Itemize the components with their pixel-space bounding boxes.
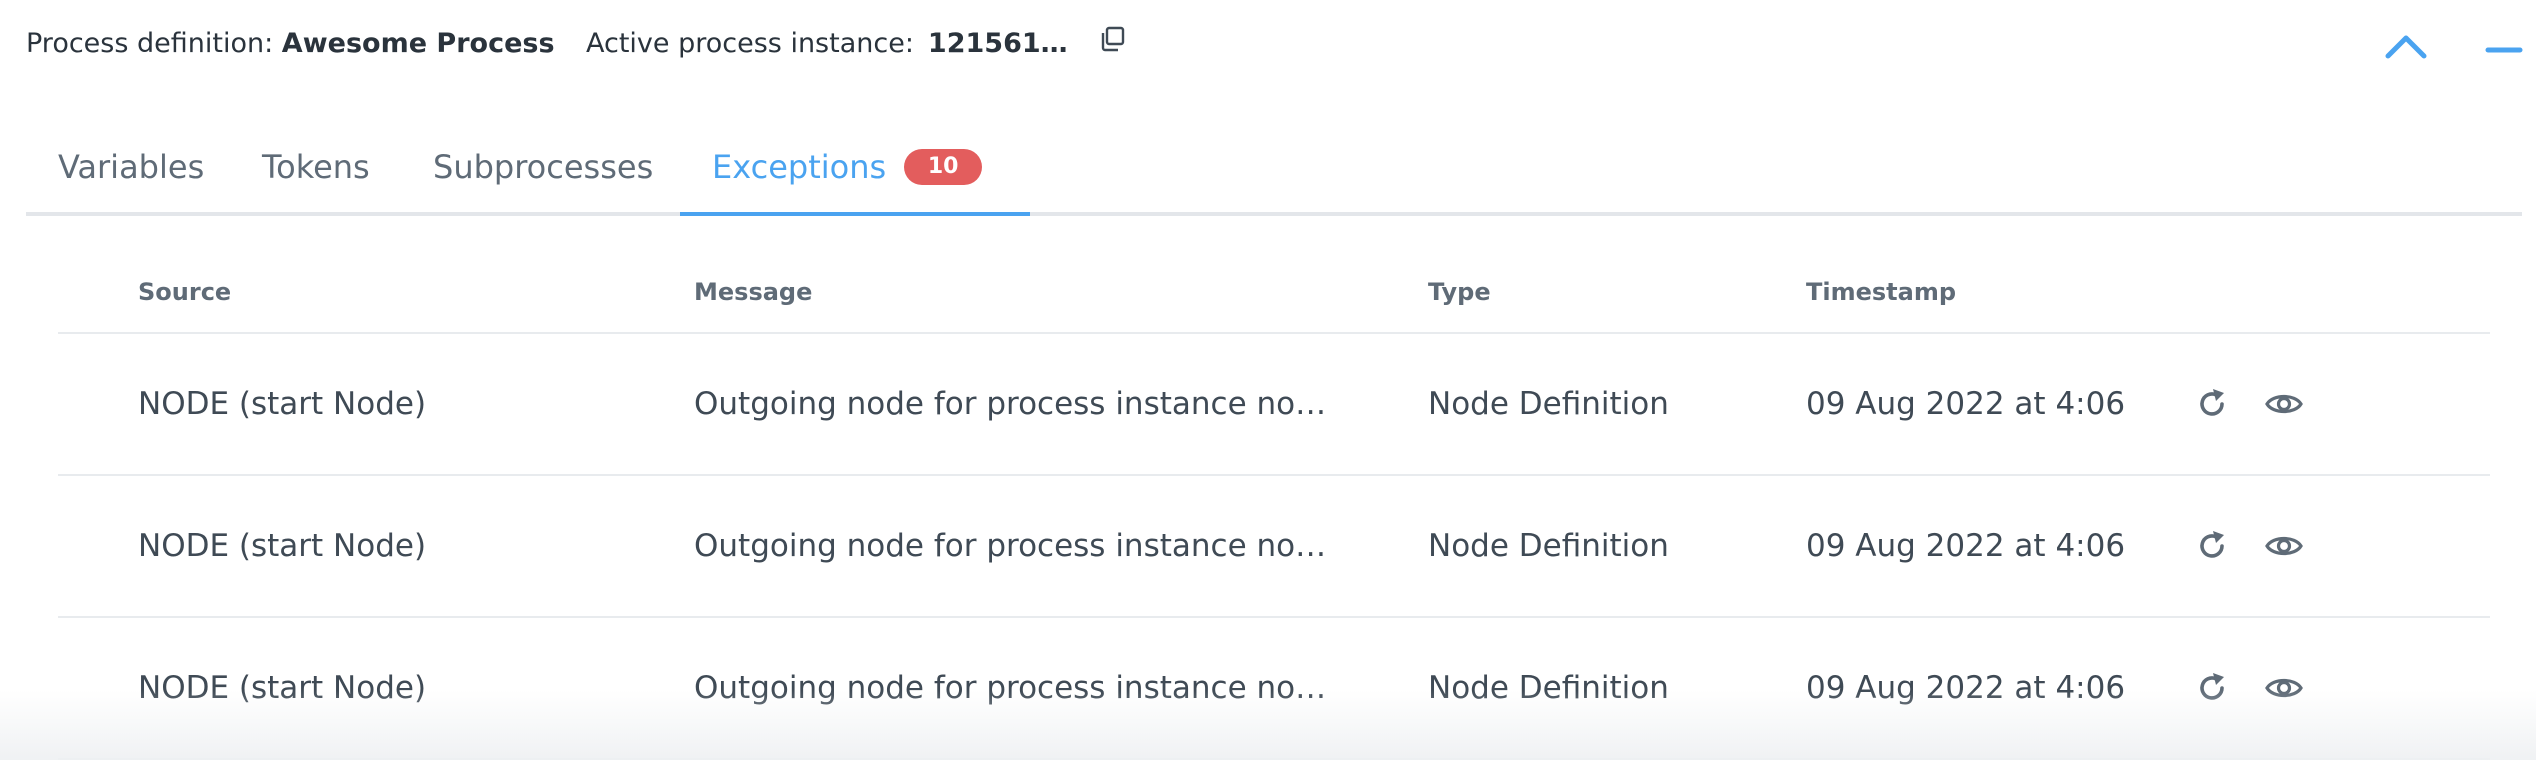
retry-button[interactable] — [2192, 384, 2232, 424]
minus-icon — [2485, 47, 2523, 53]
cell-source: NODE (start Node) — [138, 528, 427, 564]
process-definition-value: Awesome Process — [281, 28, 555, 59]
tab-exceptions[interactable]: Exceptions 10 — [712, 118, 983, 216]
process-definition-label: Process definition: — [26, 28, 274, 59]
retry-icon — [2200, 389, 2224, 416]
retry-icon — [2200, 531, 2224, 558]
cell-source: NODE (start Node) — [138, 670, 427, 706]
cell-type: Node Definition — [1428, 670, 1669, 706]
table-row[interactable]: NODE (start Node) Outgoing node for proc… — [58, 618, 2490, 760]
process-definition: Process definition: Awesome Process — [26, 28, 555, 59]
cell-source: NODE (start Node) — [138, 386, 427, 422]
tab-label: Variables — [58, 148, 205, 186]
panel-header: Process definition: Awesome Process Acti… — [0, 0, 2536, 100]
tab-bar: Variables Tokens Subprocesses Exceptions… — [26, 118, 2522, 216]
tab-label: Subprocesses — [433, 148, 654, 186]
eye-icon — [2265, 536, 2303, 556]
tab-label: Exceptions — [712, 148, 887, 186]
chevron-up-icon — [2385, 35, 2427, 59]
process-instance-panel: Process definition: Awesome Process Acti… — [0, 0, 2536, 760]
cell-timestamp: 09 Aug 2022 at 4:06 PM — [1806, 528, 2130, 564]
column-header-source[interactable]: Source — [138, 278, 231, 306]
view-details-button[interactable] — [2264, 384, 2304, 424]
cell-timestamp: 09 Aug 2022 at 4:06 PM — [1806, 670, 2130, 706]
minimize-button[interactable] — [2484, 30, 2524, 60]
view-details-button[interactable] — [2264, 668, 2304, 708]
active-instance-label: Active process instance: — [586, 28, 914, 59]
column-header-type[interactable]: Type — [1428, 278, 1491, 306]
cell-message: Outgoing node for process instance not f… — [694, 670, 1334, 706]
cell-type: Node Definition — [1428, 386, 1669, 422]
eye-icon — [2265, 394, 2303, 414]
copy-icon[interactable] — [1100, 26, 1126, 52]
table-row[interactable]: NODE (start Node) Outgoing node for proc… — [58, 476, 2490, 618]
view-details-button[interactable] — [2264, 526, 2304, 566]
tab-subprocesses[interactable]: Subprocesses — [433, 118, 653, 216]
exceptions-count-badge: 10 — [904, 149, 983, 185]
retry-button[interactable] — [2192, 668, 2232, 708]
table-header: Source Message Type Timestamp — [58, 246, 2490, 334]
tab-label: Tokens — [262, 148, 370, 186]
cell-type: Node Definition — [1428, 528, 1669, 564]
retry-button[interactable] — [2192, 526, 2232, 566]
column-header-message[interactable]: Message — [694, 278, 812, 306]
table-row[interactable]: NODE (start Node) Outgoing node for proc… — [58, 334, 2490, 476]
retry-icon — [2200, 673, 2224, 700]
cell-message: Outgoing node for process instance not f… — [694, 386, 1334, 422]
column-header-timestamp[interactable]: Timestamp — [1806, 278, 1956, 306]
active-instance-id: 121561834 — [927, 28, 1084, 59]
cell-timestamp: 09 Aug 2022 at 4:06 PM — [1806, 386, 2130, 422]
eye-icon — [2265, 678, 2303, 698]
exceptions-table: Source Message Type Timestamp NODE (star… — [58, 246, 2490, 760]
tab-tokens[interactable]: Tokens — [262, 118, 370, 216]
active-process-instance: Active process instance: 121561834 — [586, 26, 1126, 59]
tab-variables[interactable]: Variables — [58, 118, 204, 216]
collapse-button[interactable] — [2382, 30, 2430, 62]
active-tab-indicator — [680, 212, 1030, 216]
cell-message: Outgoing node for process instance not f… — [694, 528, 1334, 564]
